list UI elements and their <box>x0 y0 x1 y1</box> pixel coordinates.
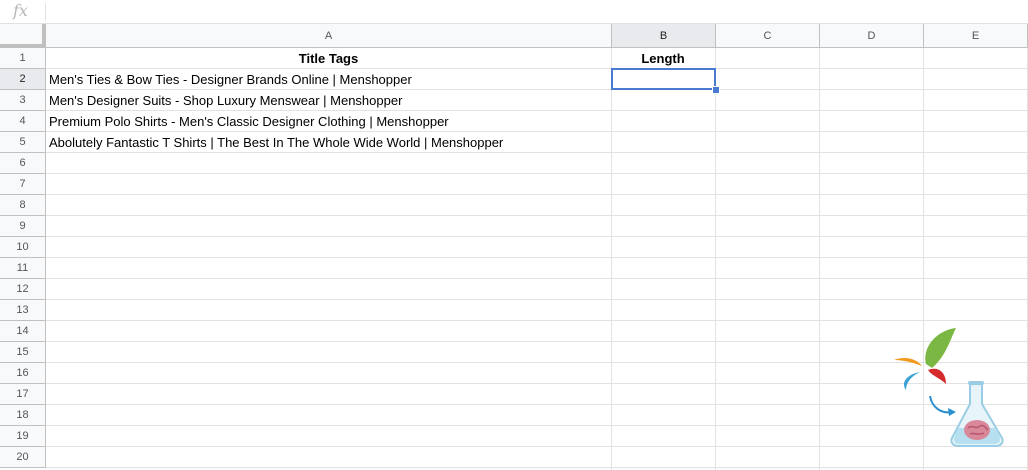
row-gridline <box>46 425 1028 426</box>
row-gridline <box>46 152 1028 153</box>
row-header-11[interactable]: 11 <box>0 258 46 279</box>
row-gridline <box>46 278 1028 279</box>
column-header-d[interactable]: D <box>820 24 924 48</box>
row-gridline <box>46 383 1028 384</box>
row-header-19[interactable]: 19 <box>0 426 46 447</box>
row-header-13[interactable]: 13 <box>0 300 46 321</box>
row-gridline <box>46 173 1028 174</box>
row-gridline <box>46 257 1028 258</box>
formula-bar: fx <box>0 0 1028 24</box>
row-header-3[interactable]: 3 <box>0 90 46 111</box>
splash-flask-brain-logo <box>894 328 1004 447</box>
row-header-20[interactable]: 20 <box>0 447 46 468</box>
row-gridline <box>46 467 1028 468</box>
column-header-a[interactable]: A <box>46 24 612 48</box>
row-header-5[interactable]: 5 <box>0 132 46 153</box>
row-gridline <box>46 215 1028 216</box>
row-gridline <box>46 362 1028 363</box>
row-header-15[interactable]: 15 <box>0 342 46 363</box>
cell-b1[interactable]: Length <box>611 48 715 68</box>
formula-bar-divider <box>45 3 46 21</box>
column-header-c[interactable]: C <box>716 24 820 48</box>
row-gridline <box>46 320 1028 321</box>
row-gridline <box>46 404 1028 405</box>
row-header-8[interactable]: 8 <box>0 195 46 216</box>
row-header-9[interactable]: 9 <box>0 216 46 237</box>
row-gridline <box>46 341 1028 342</box>
row-header-16[interactable]: 16 <box>0 363 46 384</box>
fx-icon: fx <box>13 1 28 20</box>
fill-handle[interactable] <box>712 86 720 94</box>
row-header-10[interactable]: 10 <box>0 237 46 258</box>
row-header-2[interactable]: 2 <box>0 69 46 90</box>
row-header-6[interactable]: 6 <box>0 153 46 174</box>
row-header-14[interactable]: 14 <box>0 321 46 342</box>
column-header-b[interactable]: B <box>612 24 716 48</box>
row-gridline <box>46 236 1028 237</box>
cell-a2[interactable]: Men's Ties & Bow Ties - Designer Brands … <box>46 69 611 89</box>
formula-input[interactable] <box>52 2 1012 22</box>
cell-a5[interactable]: Abolutely Fantastic T Shirts | The Best … <box>46 132 611 152</box>
cell-a1[interactable]: Title Tags <box>46 48 611 68</box>
row-header-18[interactable]: 18 <box>0 405 46 426</box>
cell-a4[interactable]: Premium Polo Shirts - Men's Classic Desi… <box>46 111 611 131</box>
row-header-17[interactable]: 17 <box>0 384 46 405</box>
select-all-corner[interactable] <box>0 24 46 48</box>
row-gridline <box>46 194 1028 195</box>
row-gridline <box>46 446 1028 447</box>
cell-a3[interactable]: Men's Designer Suits - Shop Luxury Mensw… <box>46 90 611 110</box>
column-header-e[interactable]: E <box>924 24 1028 48</box>
row-header-4[interactable]: 4 <box>0 111 46 132</box>
row-header-1[interactable]: 1 <box>0 48 46 69</box>
selected-cell-b2[interactable] <box>611 68 716 90</box>
row-header-12[interactable]: 12 <box>0 279 46 300</box>
row-gridline <box>46 299 1028 300</box>
row-header-7[interactable]: 7 <box>0 174 46 195</box>
